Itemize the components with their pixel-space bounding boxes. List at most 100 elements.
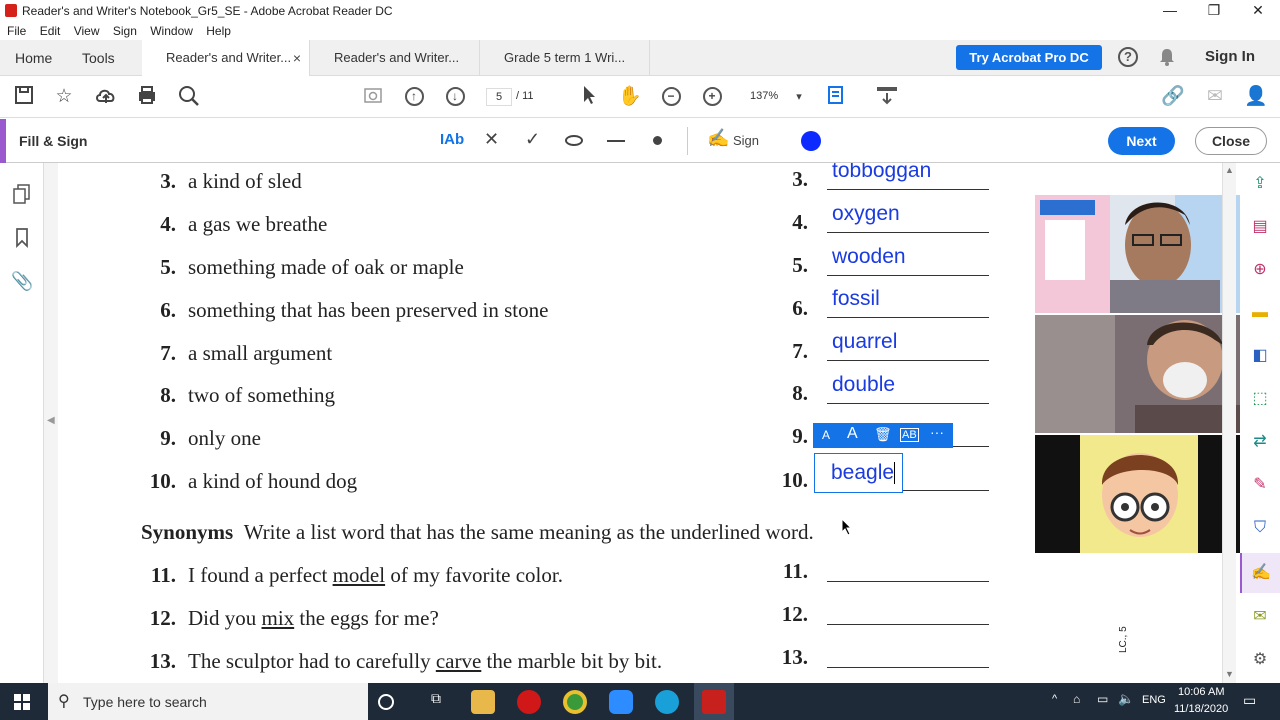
sign-label[interactable]: Sign — [733, 133, 759, 148]
notifications-icon[interactable]: ▭ — [1243, 692, 1256, 709]
tab-close-icon[interactable]: × — [293, 40, 301, 76]
answer-field[interactable]: quarrel — [827, 329, 989, 361]
sign-pen-icon[interactable]: ✍ — [707, 128, 729, 149]
decrease-font-icon[interactable]: A — [822, 428, 830, 442]
battery-icon[interactable]: ▭ — [1097, 692, 1108, 706]
increase-font-icon[interactable]: A — [847, 425, 858, 443]
close-fill-sign-button[interactable]: Close — [1195, 127, 1267, 155]
line-tool-icon[interactable] — [607, 140, 625, 142]
scroll-down-arrow-icon[interactable]: ▼ — [1225, 669, 1234, 679]
zoom-dropdown-chevron-icon[interactable]: ▾ — [786, 84, 812, 110]
page-display-icon[interactable] — [825, 84, 851, 110]
select-pointer-icon[interactable] — [576, 84, 602, 110]
request-signature-icon[interactable]: ✉ — [1249, 606, 1271, 628]
send-for-review-icon[interactable]: ⇄ — [1249, 431, 1271, 453]
file-explorer-icon[interactable] — [471, 690, 495, 714]
zoom-app-icon[interactable] — [609, 690, 633, 714]
zoom-in-icon[interactable]: + — [699, 84, 725, 110]
print-icon[interactable] — [134, 84, 160, 110]
sign-in-link[interactable]: Sign In — [1205, 48, 1255, 65]
answer-field[interactable]: wooden — [827, 244, 989, 276]
restore-button[interactable]: ❐ — [1192, 0, 1236, 22]
taskbar-search-box[interactable]: ⚲ Type here to search — [48, 683, 368, 720]
answer-field[interactable] — [827, 550, 989, 582]
clock-time[interactable]: 10:06 AM — [1178, 686, 1224, 698]
chrome-icon[interactable] — [563, 690, 587, 714]
save-icon[interactable] — [11, 84, 37, 110]
task-view-icon[interactable]: ⧉ — [424, 690, 448, 714]
compress-icon[interactable]: ⬚ — [1249, 388, 1271, 410]
menu-window[interactable]: Window — [150, 22, 193, 40]
notification-bell-icon[interactable] — [1158, 47, 1176, 67]
menu-edit[interactable]: Edit — [40, 22, 61, 40]
tab-home[interactable]: Home — [15, 40, 52, 76]
vertical-scrollbar[interactable]: ▲ ▼ — [1222, 163, 1236, 683]
color-picker-swatch[interactable] — [801, 131, 821, 151]
menu-file[interactable]: File — [7, 22, 26, 40]
bookmarks-icon[interactable] — [14, 227, 30, 249]
next-button[interactable]: Next — [1108, 127, 1175, 155]
menu-sign[interactable]: Sign — [113, 22, 137, 40]
edit-pdf-icon[interactable]: ✎ — [1249, 474, 1271, 496]
collapse-arrow-icon[interactable]: ◀ — [47, 415, 55, 426]
cloud-upload-icon[interactable] — [93, 84, 119, 110]
answer-field[interactable]: oxygen — [827, 201, 989, 233]
combine-files-icon[interactable]: ◧ — [1249, 345, 1271, 367]
menu-view[interactable]: View — [74, 22, 100, 40]
help-icon[interactable]: ? — [1118, 47, 1138, 67]
snapshot-icon[interactable] — [360, 84, 386, 110]
answer-field[interactable]: tobboggan — [827, 163, 989, 190]
more-tools-icon[interactable]: ⚙ — [1249, 649, 1271, 671]
answer-field[interactable] — [827, 636, 989, 668]
volume-icon[interactable]: 🔈 — [1118, 691, 1134, 707]
try-acrobat-pro-button[interactable]: Try Acrobat Pro DC — [956, 45, 1102, 70]
tray-overflow-icon[interactable]: ^ — [1052, 693, 1057, 705]
opera-icon[interactable] — [517, 690, 541, 714]
bookmark-star-icon[interactable]: ☆ — [51, 84, 77, 110]
text-field-icon[interactable]: AB — [900, 428, 919, 442]
scroll-mode-icon[interactable] — [874, 84, 900, 110]
zoom-out-icon[interactable]: − — [658, 84, 684, 110]
clock-date[interactable]: 11/18/2020 — [1174, 703, 1228, 715]
organize-pages-icon[interactable]: ▤ — [1249, 216, 1271, 238]
tab-document-2[interactable]: Reader's and Writer... — [310, 40, 480, 76]
protect-icon[interactable]: ⛉ — [1249, 517, 1271, 539]
dot-tool-icon[interactable] — [653, 136, 662, 145]
check-mark-icon[interactable]: ✓ — [525, 129, 540, 150]
menu-help[interactable]: Help — [206, 22, 231, 40]
search-icon[interactable] — [176, 84, 202, 110]
fill-sign-panel-icon[interactable]: ✍ — [1240, 553, 1280, 593]
answer-field[interactable] — [827, 593, 989, 625]
tab-tools[interactable]: Tools — [82, 40, 115, 76]
language-indicator[interactable]: ENG — [1142, 694, 1166, 706]
answer-field[interactable]: fossil — [827, 286, 989, 318]
ellipse-tool-icon[interactable] — [565, 135, 583, 146]
tab-document-1[interactable]: Reader's and Writer... × — [142, 40, 310, 77]
create-pdf-icon[interactable]: ⊕ — [1249, 259, 1271, 281]
zoom-level-dropdown[interactable]: 137% — [750, 90, 778, 102]
cross-mark-icon[interactable]: ✕ — [484, 129, 499, 150]
attachments-icon[interactable]: 📎 — [11, 271, 33, 292]
add-text-icon[interactable]: IAb — [440, 131, 464, 148]
delete-icon[interactable]: 🗑 — [874, 426, 892, 443]
page-thumbnails-icon[interactable] — [12, 183, 32, 205]
email-icon[interactable]: ✉ — [1202, 84, 1228, 110]
scroll-up-arrow-icon[interactable]: ▲ — [1225, 165, 1234, 175]
link-icon[interactable]: 🔗 — [1160, 84, 1186, 110]
edge-icon[interactable] — [655, 690, 679, 714]
answer-field[interactable]: double — [827, 372, 989, 404]
page-number-input[interactable] — [486, 88, 512, 106]
window-close-button[interactable]: ✕ — [1236, 0, 1280, 22]
more-options-icon[interactable]: ··· — [930, 424, 944, 440]
cortana-icon[interactable] — [378, 694, 394, 710]
active-text-field[interactable]: beagle — [814, 453, 903, 493]
acrobat-taskbar-button[interactable] — [694, 683, 734, 720]
comment-icon[interactable]: ▬ — [1249, 302, 1271, 324]
next-page-icon[interactable]: ↓ — [442, 84, 468, 110]
previous-page-icon[interactable]: ↑ — [401, 84, 427, 110]
network-icon[interactable]: ⌂ — [1073, 692, 1080, 706]
minimize-button[interactable]: — — [1148, 0, 1192, 22]
add-user-icon[interactable]: 👤 — [1243, 84, 1269, 110]
hand-tool-icon[interactable]: ✋ — [617, 84, 643, 110]
export-pdf-icon[interactable]: ⇪ — [1249, 173, 1271, 195]
